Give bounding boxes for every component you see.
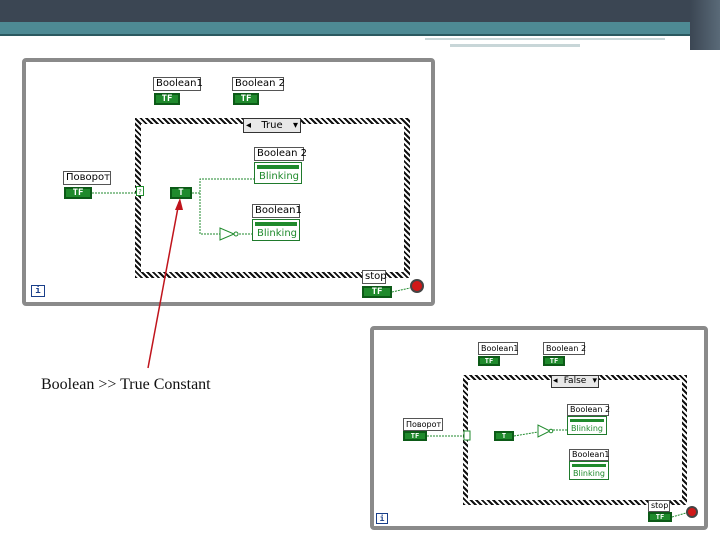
- not-gate-icon: [537, 424, 552, 438]
- case-selector-terminal: [463, 430, 471, 441]
- bottom-diagram-wires: [427, 424, 687, 518]
